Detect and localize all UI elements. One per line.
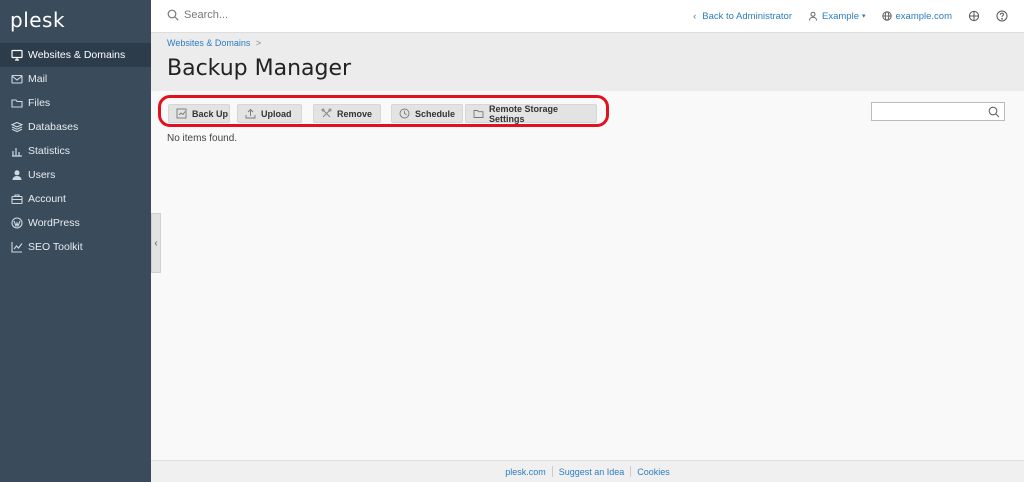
empty-list-message: No items found. xyxy=(167,133,238,144)
search-input[interactable]: Search... xyxy=(184,9,228,21)
search-icon xyxy=(988,106,1000,118)
sidebar-item-users[interactable]: Users xyxy=(0,163,151,187)
footer-link-plesk[interactable]: plesk.com xyxy=(499,467,552,477)
monitor-icon xyxy=(11,49,23,61)
sidebar-item-label: Files xyxy=(28,97,51,109)
help-button[interactable] xyxy=(996,10,1008,22)
domain-name: example.com xyxy=(895,10,953,22)
sidebar-item-seo-toolkit[interactable]: SEO Toolkit xyxy=(0,235,151,259)
sidebar-item-files[interactable]: Files xyxy=(0,91,151,115)
footer: plesk.com Suggest an Idea Cookies xyxy=(151,460,1024,482)
remove-label: Remove xyxy=(337,108,373,119)
upload-label: Upload xyxy=(261,108,292,119)
sidebar-item-label: Account xyxy=(28,193,66,205)
mail-icon xyxy=(11,73,23,85)
back-to-administrator-link[interactable]: ‹ Back to Administrator xyxy=(693,11,792,22)
sidebar-item-websites-domains[interactable]: Websites & Domains xyxy=(0,43,151,67)
sidebar-item-label: Websites & Domains xyxy=(28,49,126,61)
folder-icon xyxy=(473,110,484,118)
schedule-label: Schedule xyxy=(415,108,456,119)
remove-button[interactable]: Remove xyxy=(313,104,381,123)
chevron-down-icon: ▾ xyxy=(861,13,866,20)
global-search[interactable]: Search... xyxy=(167,9,228,21)
footer-link-suggest-idea[interactable]: Suggest an Idea xyxy=(553,467,631,477)
database-icon xyxy=(11,121,23,133)
page-title: Backup Manager xyxy=(167,56,352,81)
sidebar: plesk Websites & Domains Mail Files Data… xyxy=(0,0,151,482)
sidebar-item-label: Users xyxy=(28,169,56,181)
back-link-label: Back to Administrator xyxy=(702,10,793,22)
breadcrumb-separator: > xyxy=(255,38,262,48)
upload-icon xyxy=(245,108,256,119)
sidebar-item-wordpress[interactable]: WordPress xyxy=(0,211,151,235)
folder-icon xyxy=(11,97,23,109)
user-name: Example xyxy=(822,10,859,22)
puzzle-icon xyxy=(968,10,980,22)
sidebar-item-account[interactable]: Account xyxy=(0,187,151,211)
list-search-input[interactable] xyxy=(871,102,1005,121)
chevron-left-icon: ‹ xyxy=(693,10,697,22)
sidebar-item-statistics[interactable]: Statistics xyxy=(0,139,151,163)
extensions-button[interactable] xyxy=(968,10,980,22)
user-icon xyxy=(809,11,818,21)
domain-selector[interactable]: example.com xyxy=(881,10,953,22)
remote-storage-label: Remote Storage Settings xyxy=(489,103,559,124)
breadcrumb: Websites & Domains > xyxy=(167,38,261,48)
backup-icon xyxy=(176,108,187,119)
plesk-logo[interactable]: plesk xyxy=(10,8,65,32)
sidebar-item-databases[interactable]: Databases xyxy=(0,115,151,139)
globe-icon xyxy=(881,11,892,21)
upload-button[interactable]: Upload xyxy=(237,104,302,123)
search-icon xyxy=(167,9,179,21)
sidebar-item-label: Databases xyxy=(28,121,79,133)
sidebar-item-mail[interactable]: Mail xyxy=(0,67,151,91)
sidebar-item-label: SEO Toolkit xyxy=(28,241,83,253)
bar-chart-icon xyxy=(11,145,23,157)
sidebar-item-label: Mail xyxy=(28,73,48,85)
seo-chart-icon xyxy=(11,241,23,253)
remove-icon xyxy=(321,108,332,118)
chevron-left-icon: ‹ xyxy=(154,237,158,249)
top-bar: Search... ‹ Back to Administrator Exampl… xyxy=(151,0,1024,33)
page-header: Websites & Domains > Backup Manager xyxy=(151,33,1024,91)
help-icon xyxy=(996,10,1008,22)
top-right-menu: ‹ Back to Administrator Example ▾ exampl… xyxy=(677,10,1008,22)
user-menu[interactable]: Example ▾ xyxy=(808,10,866,22)
remote-storage-settings-button[interactable]: Remote Storage Settings xyxy=(465,103,597,124)
schedule-button[interactable]: Schedule xyxy=(391,104,463,123)
sidebar-item-label: WordPress xyxy=(28,217,80,229)
breadcrumb-link-websites-domains[interactable]: Websites & Domains xyxy=(167,38,250,48)
toolbar-highlight: Back Up Upload Remove Schedule Remote St… xyxy=(158,95,609,127)
sidebar-item-label: Statistics xyxy=(28,145,71,157)
footer-link-cookies[interactable]: Cookies xyxy=(631,467,676,477)
user-icon xyxy=(11,169,23,181)
sidebar-collapse-handle[interactable]: ‹ xyxy=(151,213,161,273)
wordpress-icon xyxy=(11,217,23,229)
sidebar-nav: Websites & Domains Mail Files Databases … xyxy=(0,43,151,259)
clock-icon xyxy=(399,108,410,119)
account-icon xyxy=(11,193,23,205)
back-up-button[interactable]: Back Up xyxy=(168,104,230,123)
back-up-label: Back Up xyxy=(192,108,229,119)
